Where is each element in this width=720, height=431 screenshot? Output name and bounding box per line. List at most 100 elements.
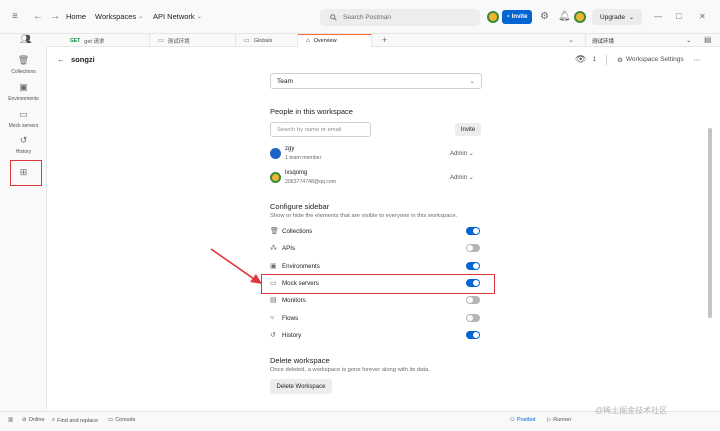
environment-icon: ▭ xyxy=(158,38,164,44)
annotation-box xyxy=(261,274,495,294)
api-network-label: API Network xyxy=(153,12,195,21)
watchers-count: 1 xyxy=(592,56,597,63)
settings-gear-icon[interactable]: ⚙ xyxy=(540,12,549,22)
member-role-select[interactable]: Admin ⌄ xyxy=(450,150,474,157)
tabs-dropdown-icon[interactable]: ⌄ xyxy=(568,36,574,46)
flows-toggle[interactable] xyxy=(466,314,480,322)
online-status[interactable]: ⊘ Online xyxy=(22,417,45,423)
forward-icon[interactable]: → xyxy=(50,12,60,22)
environment-select[interactable]: 测试环境 ⌄ xyxy=(585,34,697,47)
configure-sidebar-description: Show or hide the elements that are visib… xyxy=(270,213,458,219)
people-section-title: People in this workspace xyxy=(270,107,353,116)
delete-workspace-button[interactable]: Delete Workspace xyxy=(270,379,332,394)
home-link[interactable]: Home xyxy=(66,12,86,21)
tab-label: get 请求 xyxy=(84,38,105,45)
watermark: @稀土掘金技术社区 xyxy=(595,406,668,415)
user-avatar-small[interactable] xyxy=(487,11,499,23)
config-label: History xyxy=(282,331,302,339)
tab-label: Globals xyxy=(253,37,273,44)
apis-icon: ⁂ xyxy=(270,245,277,252)
config-row-environments: ▣ Environments xyxy=(270,260,482,272)
postbot-icon: ⚇ xyxy=(510,417,515,423)
toggle-sidebar-icon[interactable]: ▥ xyxy=(8,417,13,423)
sidebar-item-mock-servers[interactable]: ▭ Mock servers xyxy=(0,109,47,129)
environments-icon: ▣ xyxy=(19,82,28,92)
back-icon[interactable]: ← xyxy=(33,12,43,22)
people-invite-button[interactable]: Invite xyxy=(455,123,481,136)
sidebar-item-label: Mock servers xyxy=(8,123,39,129)
more-options-icon[interactable]: ⋯ xyxy=(694,56,701,64)
search-icon: ⌕ xyxy=(52,417,56,423)
environment-quick-look-icon[interactable]: ▤ xyxy=(704,35,712,45)
menu-icon[interactable]: ≡ xyxy=(12,12,18,22)
runner-button[interactable]: ▷ Runner xyxy=(547,417,571,423)
sidebar-item-label: Collections xyxy=(11,69,36,75)
console-icon: ▭ xyxy=(108,417,114,423)
postbot-button[interactable]: ⚇ Postbot xyxy=(510,417,536,423)
visibility-select[interactable]: Team ⌄ xyxy=(270,73,482,89)
delete-workspace-title: Delete workspace xyxy=(270,356,330,365)
online-icon: ⊘ xyxy=(22,417,27,423)
workspace-settings-label: Workspace Settings xyxy=(625,56,684,63)
watch-eye-icon[interactable]: 👁︎ xyxy=(575,54,586,65)
config-row-flows: ⑂ Flows xyxy=(270,312,482,324)
flows-icon: ⑂ xyxy=(270,314,275,322)
collections-toggle[interactable] xyxy=(466,227,480,235)
team-icon[interactable]: 👥︎ xyxy=(20,34,31,45)
overview-icon: ⌂ xyxy=(306,38,310,44)
tab-bar: GET get 请求 ▭ 测试环境 ▭ Globals ⌂ Overview +… xyxy=(0,34,720,47)
left-sidebar: 🗑︎ Collections ▣ Environments ▭ Mock ser… xyxy=(0,47,47,411)
console-button[interactable]: ▭ Console xyxy=(108,417,135,423)
member-role-select[interactable]: Admin ⌄ xyxy=(450,174,474,181)
annotation-arrow-icon xyxy=(210,248,262,284)
history-icon: ↺ xyxy=(270,332,276,339)
tab-test-environment[interactable]: ▭ 测试环境 xyxy=(150,34,236,47)
config-label: Collections xyxy=(282,227,313,235)
notifications-bell-icon[interactable]: 🔔︎ xyxy=(558,12,571,22)
chevron-down-icon: ⌄ xyxy=(468,151,474,157)
find-replace-button[interactable]: ⌕ Find and replace xyxy=(52,417,98,424)
people-search-input[interactable]: Search by name or email xyxy=(270,122,371,137)
sidebar-item-label: Environments xyxy=(8,96,39,102)
user-avatar[interactable] xyxy=(574,11,586,23)
sidebar-item-environments[interactable]: ▣ Environments xyxy=(0,82,47,102)
history-toggle[interactable] xyxy=(466,331,480,339)
upgrade-label: Upgrade xyxy=(600,13,625,21)
mock-servers-icon: ▭ xyxy=(19,109,28,119)
tab-get-request[interactable]: GET get 请求 xyxy=(62,34,150,47)
search-icon xyxy=(330,14,337,21)
tab-label: 测试环境 xyxy=(167,38,190,45)
tab-label: Overview xyxy=(313,38,337,44)
workspaces-menu[interactable]: Workspaces ⌄ xyxy=(95,12,143,21)
tab-overview[interactable]: ⌂ Overview xyxy=(298,34,372,47)
api-network-menu[interactable]: API Network ⌄ xyxy=(153,12,202,21)
maximize-icon[interactable]: □ xyxy=(676,11,681,21)
online-label: Online xyxy=(28,417,45,423)
environments-toggle[interactable] xyxy=(466,262,480,270)
visibility-select-value: Team xyxy=(277,77,293,85)
monitors-icon: ▤ xyxy=(270,297,277,304)
config-label: Environments xyxy=(282,262,320,270)
minimize-icon[interactable]: — xyxy=(654,12,662,22)
team-icon-area: 👥︎ xyxy=(0,34,47,47)
close-icon[interactable]: ✕ xyxy=(699,12,706,22)
search-input[interactable]: Search Postman xyxy=(320,9,480,26)
scrollbar[interactable] xyxy=(708,128,712,318)
invite-button[interactable]: ⁺ Invite xyxy=(502,10,532,24)
sidebar-item-collections[interactable]: 🗑︎ Collections xyxy=(0,55,47,75)
apis-toggle[interactable] xyxy=(466,244,480,252)
sidebar-item-label: History xyxy=(15,149,32,155)
runner-label: Runner xyxy=(553,417,572,423)
runner-icon: ▷ xyxy=(547,417,552,423)
add-tab-icon[interactable]: + xyxy=(382,35,387,45)
title-bar: ≡ ← → Home Workspaces ⌄ API Network ⌄ Se… xyxy=(0,0,720,34)
tab-globals[interactable]: ▭ Globals xyxy=(236,34,298,47)
monitors-toggle[interactable] xyxy=(466,296,480,304)
config-label: APIs xyxy=(282,244,296,252)
upgrade-button[interactable]: Upgrade ⌄ xyxy=(592,9,642,25)
workspace-settings-link[interactable]: ⚙ Workspace Settings xyxy=(617,56,684,64)
back-arrow-icon[interactable]: ← xyxy=(57,55,65,64)
config-row-monitors: ▤ Monitors xyxy=(270,294,482,306)
sidebar-item-history[interactable]: ↺ History xyxy=(0,135,47,155)
collections-icon: 🗑︎ xyxy=(17,55,30,65)
